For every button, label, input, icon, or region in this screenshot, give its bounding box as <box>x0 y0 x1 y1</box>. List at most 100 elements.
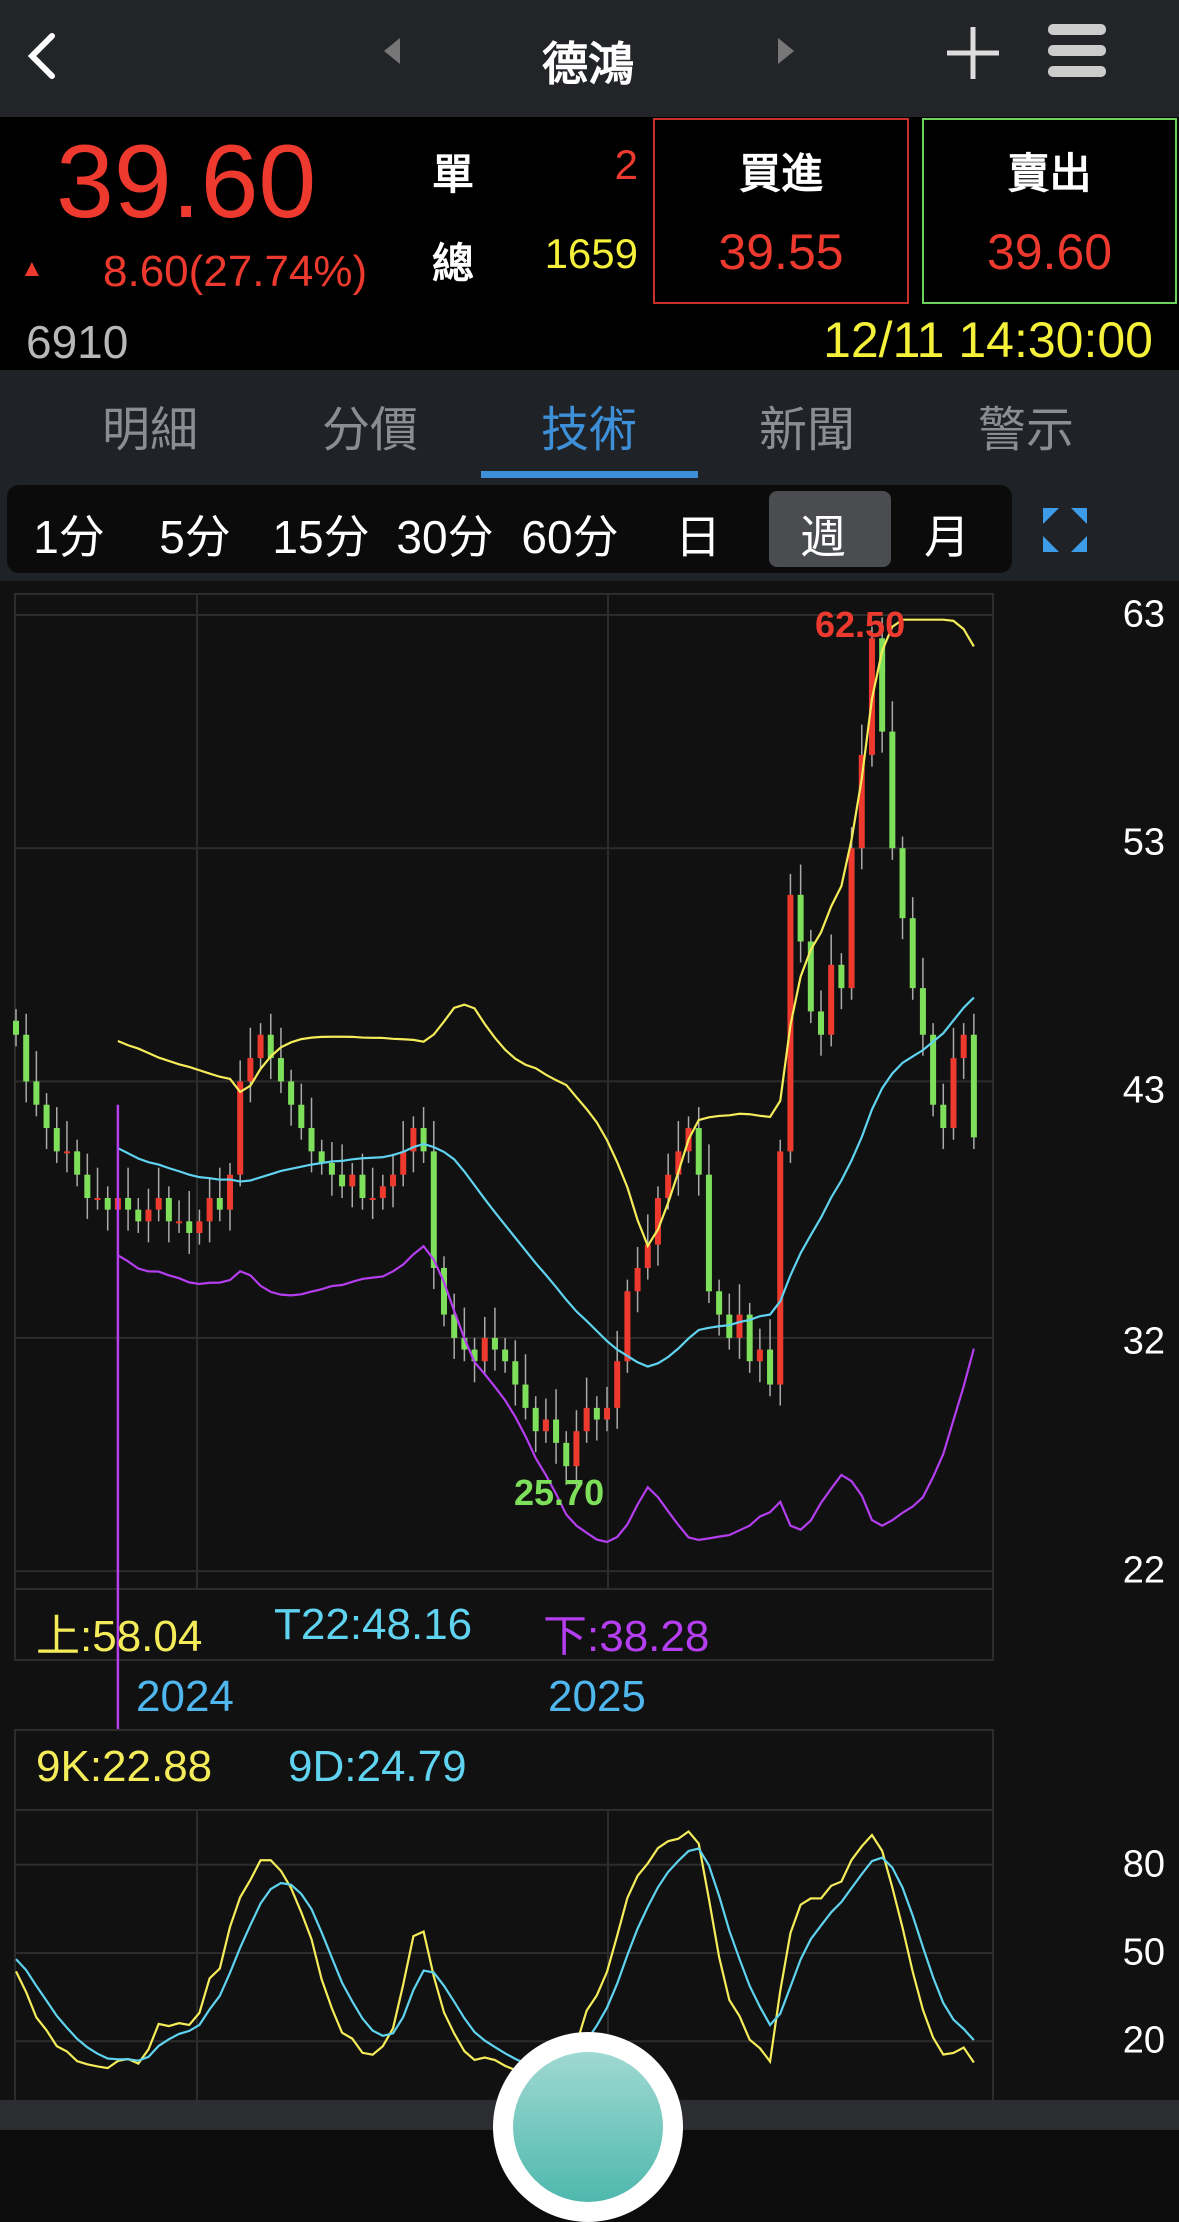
candle-body <box>216 1198 223 1210</box>
candle-body <box>339 1174 346 1187</box>
candle-body <box>359 1174 366 1198</box>
candle-body <box>237 1081 244 1175</box>
candle-body <box>104 1198 111 1210</box>
candle-body <box>328 1163 335 1175</box>
candle-body <box>165 1198 172 1222</box>
candle-body <box>502 1349 509 1362</box>
candle-body <box>379 1186 386 1198</box>
candle-body <box>818 1011 825 1035</box>
kd-tick-label: 20 <box>1122 2019 1165 2062</box>
candle-body <box>277 1058 284 1082</box>
y-tick-label: 32 <box>1122 1320 1165 1363</box>
candle-body <box>43 1104 50 1129</box>
upper-band-line <box>117 618 975 1249</box>
high-price-label: 62.50 <box>815 604 906 645</box>
legend-lower-band: 下:38.28 <box>543 1612 710 1661</box>
chart-svg[interactable] <box>0 0 1179 2130</box>
candle-body <box>889 731 896 849</box>
candle-body <box>512 1361 519 1385</box>
candle-body <box>746 1314 753 1362</box>
candle-body <box>644 1244 651 1268</box>
candle-body <box>909 918 916 989</box>
candle-body <box>481 1337 488 1362</box>
x-label-2025: 2025 <box>548 1672 646 1721</box>
candle-body <box>716 1291 723 1315</box>
candle-body <box>176 1221 183 1224</box>
candle-body <box>593 1407 600 1420</box>
candle-body <box>583 1407 590 1432</box>
candle-body <box>756 1349 763 1362</box>
candle-body <box>13 1020 19 1035</box>
candle-body <box>186 1221 193 1233</box>
candle-body <box>634 1267 641 1292</box>
y-tick-label: 22 <box>1122 1549 1165 1592</box>
candle-body <box>33 1081 40 1105</box>
middle-band-line <box>117 996 975 1368</box>
candle-body <box>369 1198 376 1200</box>
candle-body <box>145 1209 152 1222</box>
candle-body <box>777 1151 784 1385</box>
candle-body <box>838 964 845 989</box>
candle-body <box>522 1384 529 1408</box>
candle-body <box>308 1128 315 1152</box>
y-tick-label: 43 <box>1122 1069 1165 1112</box>
candle-body <box>135 1209 142 1222</box>
y-tick-label: 53 <box>1122 821 1165 864</box>
candle-body <box>614 1361 621 1408</box>
candle-body <box>695 1128 702 1175</box>
candle-body <box>950 1058 957 1129</box>
candle-body <box>573 1431 580 1467</box>
candle-body <box>390 1174 397 1187</box>
candle-body <box>74 1151 81 1175</box>
low-price-label: 25.70 <box>514 1472 605 1513</box>
quick-trade-button[interactable] <box>493 2032 683 2222</box>
candle-body <box>899 848 906 919</box>
candle-body <box>196 1221 203 1233</box>
candle-body <box>705 1174 712 1292</box>
d-line <box>15 1847 975 2067</box>
candle-body <box>970 1034 977 1138</box>
y-tick-label: 63 <box>1122 593 1165 636</box>
candle-body <box>736 1314 743 1338</box>
candle-body <box>94 1198 101 1200</box>
candle-body <box>797 894 804 942</box>
candle-body <box>430 1151 437 1268</box>
legend-upper-band: 上:58.04 <box>36 1612 203 1661</box>
candle-body <box>63 1151 70 1154</box>
candle-body <box>349 1174 356 1187</box>
x-label-2024: 2024 <box>136 1672 234 1721</box>
candle-body <box>542 1419 549 1432</box>
candle-body <box>206 1198 213 1222</box>
candle-body <box>930 1034 937 1105</box>
candle-body <box>491 1337 498 1350</box>
candle-body <box>400 1151 407 1175</box>
candle-body <box>848 848 855 989</box>
candle-body <box>919 988 926 1035</box>
candle-body <box>767 1349 774 1385</box>
candle-body <box>257 1034 264 1059</box>
candle-body <box>155 1198 162 1210</box>
candle-body <box>247 1058 254 1082</box>
legend-middle-band: T22:48.16 <box>274 1600 473 1649</box>
kd-tick-label: 50 <box>1122 1931 1165 1974</box>
candle-body <box>553 1419 560 1443</box>
legend-k: 9K:22.88 <box>36 1742 213 1791</box>
candle-body <box>84 1174 91 1198</box>
trade-icon <box>513 2052 663 2202</box>
legend-d: 9D:24.79 <box>288 1742 467 1791</box>
candle-body <box>125 1198 132 1210</box>
candle-body <box>53 1128 60 1152</box>
candle-body <box>940 1104 947 1129</box>
candle-body <box>420 1128 427 1152</box>
candle-body <box>828 964 835 1035</box>
candle-body <box>604 1407 611 1420</box>
candle-body <box>23 1034 30 1082</box>
candle-body <box>624 1291 631 1362</box>
candle-body <box>318 1151 325 1164</box>
candle-body <box>288 1081 295 1105</box>
kd-tick-label: 80 <box>1122 1843 1165 1886</box>
candle-body <box>563 1442 570 1467</box>
candle-body <box>532 1407 539 1432</box>
candle-body <box>298 1104 305 1129</box>
candle-body <box>960 1034 967 1059</box>
